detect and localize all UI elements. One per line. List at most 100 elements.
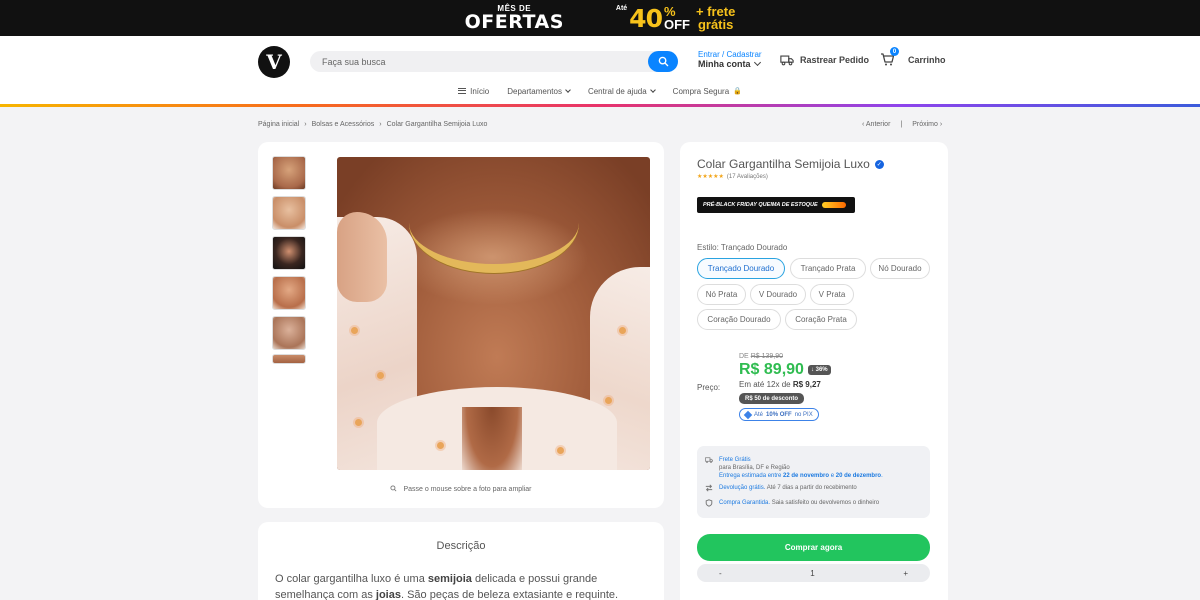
nav-home-label: Início [470,86,490,96]
variant-option[interactable]: V Prata [810,284,854,305]
chevron-down-icon [753,59,761,67]
breadcrumb-category[interactable]: Bolsas e Acessórios [312,121,375,128]
free-shipping-title: Frete Grátis [719,457,751,463]
breadcrumb-home[interactable]: Página inicial [258,121,299,128]
delivery-estimate: Entrega estimada entre 22 de novembro e … [719,473,883,479]
price-row: R$ 89,90 ↓ 36% [739,361,831,379]
nav-departments-label: Departamentos [507,86,562,96]
increase-quantity-button[interactable]: + [903,569,908,578]
breadcrumb-sep: › [379,121,382,128]
promo-off: OFF [663,17,690,32]
account-menu[interactable]: Entrar / Cadastrar Minha conta [698,50,762,70]
nav-secure-label: Compra Segura [672,86,730,96]
fire-icon [821,202,846,208]
my-account-dropdown[interactable]: Minha conta [698,59,762,69]
product-pager: ‹ Anterior | Próximo › [862,121,942,128]
truck-icon [780,55,794,66]
guarantee-detail: Saia satisfeito ou devolvemos o dinheiro [771,500,880,506]
nav-item-help[interactable]: Central de ajuda [588,84,656,98]
chevron-down-icon [649,87,656,93]
variant-option[interactable]: Coração Prata [785,309,857,330]
main-product-photo[interactable] [337,157,650,470]
shield-icon [705,499,713,507]
my-account-label: Minha conta [698,59,751,70]
return-title: Devolução grátis. [719,485,766,491]
delivery-and: e [830,473,835,479]
return-row: Devolução grátis. Até 7 dias a partir do… [705,484,857,492]
free-shipping-row: Frete Grátis para Brasília, DF e Região … [705,456,883,480]
description-title: Descrição [436,540,486,552]
price-label: Preço: [697,383,721,392]
search-bar [310,51,678,72]
promo-percent: 40 [629,3,663,33]
variant-option[interactable]: V Dourado [750,284,806,305]
search-button[interactable] [648,51,678,72]
delivery-date-start: 22 de novembro [783,473,830,479]
main-nav: Início Departamentos Central de ajuda Co… [0,84,1200,98]
gallery-thumbnail[interactable] [272,276,306,310]
photo-flower [351,327,358,334]
pix-badge: Até 10% OFF no PIX [739,408,819,421]
search-input[interactable] [310,51,640,72]
variant-option[interactable]: Coração Dourado [697,309,781,330]
buy-now-button[interactable]: Comprar agora [697,534,930,561]
decrease-quantity-button[interactable]: - [719,569,722,578]
black-friday-text: PRÉ-BLACK FRIDAY QUEIMA DE ESTOQUE [703,202,818,208]
pix-icon [743,410,753,419]
review-count: (17 Avaliações) [726,173,768,180]
product-info-card: Colar Gargantilha Semijoia Luxo ✓ ★★★★★ … [680,142,948,600]
next-product-link[interactable]: Próximo › [912,121,942,128]
gallery-thumbnail[interactable] [272,316,306,350]
login-link[interactable]: Entrar / Cadastrar [698,50,762,59]
zoom-hint: Passe o mouse sobre a foto para ampliar [258,485,664,493]
old-price: DE R$ 139,90 [739,353,783,360]
prev-product-link[interactable]: ‹ Anterior [862,121,890,128]
shipping-info: Frete Grátis para Brasília, DF e Região … [697,446,930,518]
gallery-thumbnail[interactable] [272,196,306,230]
promo-frete: + frete grátis [696,5,735,31]
site-header: V Entrar / Cadastrar Minha conta Rastrea… [0,36,1200,104]
variant-option[interactable]: Trançado Prata [790,258,866,279]
promo-big-text: OFERTAS [464,10,564,33]
return-detail: Até 7 dias a partir do recebimento [766,485,857,491]
store-logo[interactable]: V [258,46,290,78]
pix-prefix: Até [754,411,764,418]
verified-icon: ✓ [874,159,884,169]
photo-flower [605,397,612,404]
description-card: Descrição O colar gargantilha luxo é uma… [258,522,664,600]
old-price-value: R$ 139,90 [750,353,783,360]
return-arrows-icon [705,484,713,492]
track-order-link[interactable]: Rastrear Pedido [780,54,869,66]
product-rating[interactable]: ★★★★★ (17 Avaliações) [697,173,768,181]
promo-banner[interactable]: MÊS DE OFERTAS Até 40 % OFF + frete grát… [0,0,1200,36]
old-price-prefix: DE [739,353,749,360]
gallery-thumbnail[interactable] [272,156,306,190]
cart-label: Carrinho [908,54,946,65]
guarantee-title: Compra Garantida. [719,500,771,506]
breadcrumb-sep: › [304,121,307,128]
black-friday-badge: PRÉ-BLACK FRIDAY QUEIMA DE ESTOQUE [697,197,855,213]
cart-link[interactable]: 0 Carrinho [880,47,946,66]
nav-item-home[interactable]: Início [458,84,489,98]
description-bold: joias [375,589,401,600]
nav-item-departments[interactable]: Departamentos [507,84,571,98]
gallery-thumbnail[interactable] [272,354,306,364]
gallery-thumbnail[interactable] [272,236,306,270]
variant-option[interactable]: Nó Dourado [870,258,930,279]
header-gradient-divider [0,104,1200,107]
variant-option[interactable]: Nó Prata [697,284,746,305]
photo-flower [557,447,564,454]
promo-discount: Até 40 % OFF + frete grátis [616,4,735,33]
description-text-part: . São peças de beleza extasiante e requi… [400,589,619,600]
promo-ate: Até [615,4,628,12]
promo-off-block: % OFF [664,5,690,31]
free-shipping-text: Frete Grátis para Brasília, DF e Região … [719,456,883,480]
style-label: Estilo: Trançado Dourado [697,243,788,252]
product-gallery: Passe o mouse sobre a foto para ampliar [258,142,664,508]
nav-item-secure[interactable]: Compra Segura 🔒 [673,84,742,98]
variant-option-selected[interactable]: Trançado Dourado [697,258,785,279]
installment-info: Em até 12x de R$ 9,27 [739,380,821,389]
pager-divider: | [900,121,903,128]
photo-flower [355,419,362,426]
photo-flower [437,442,444,449]
